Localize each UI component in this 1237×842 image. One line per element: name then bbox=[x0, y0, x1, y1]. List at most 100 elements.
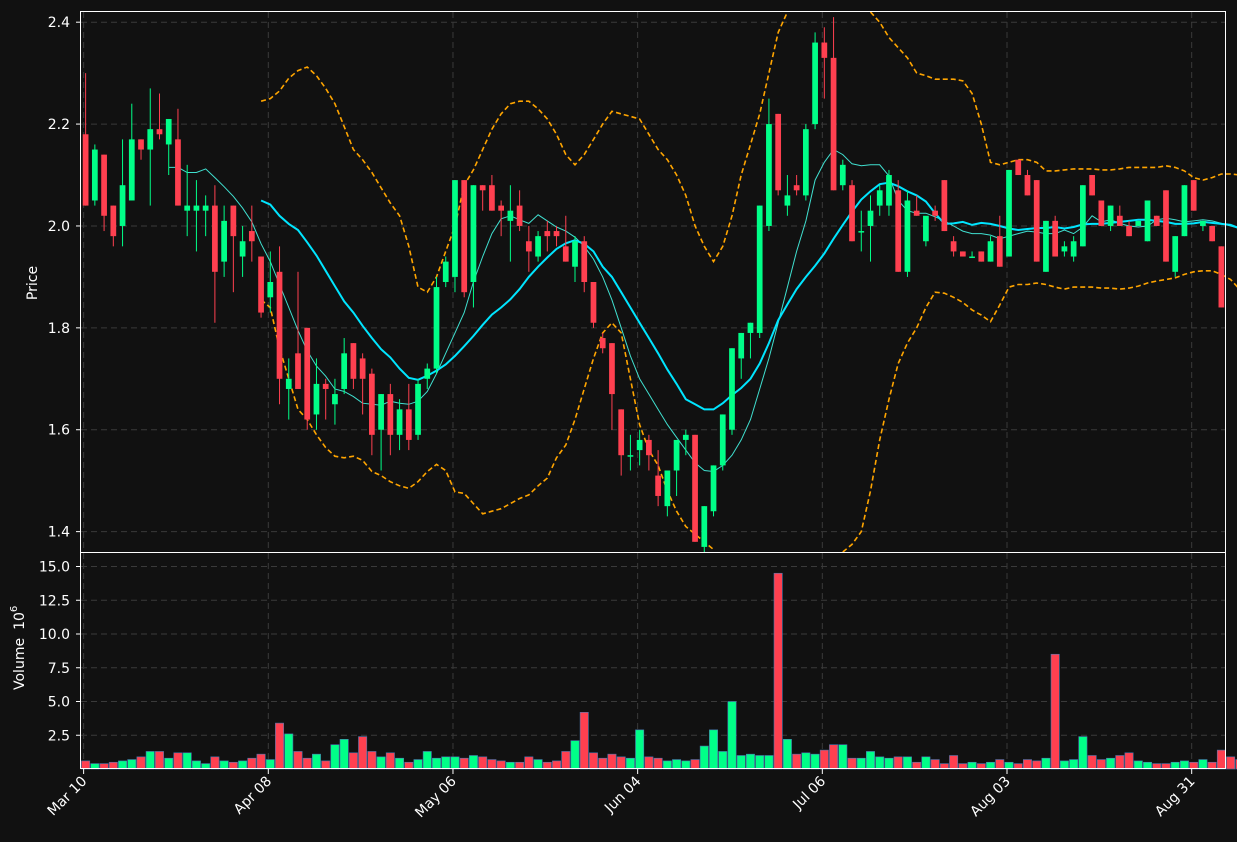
volume-bar bbox=[893, 756, 903, 770]
candle-body bbox=[525, 241, 532, 252]
volume-bar bbox=[801, 752, 811, 770]
candle-body bbox=[738, 332, 745, 359]
volume-bar bbox=[228, 761, 238, 770]
candle-body bbox=[258, 256, 264, 313]
volume-bar bbox=[912, 761, 922, 770]
volume-bar bbox=[293, 751, 303, 770]
volume-bar bbox=[478, 756, 488, 770]
candle-body bbox=[1015, 159, 1022, 176]
volume-bar bbox=[782, 738, 792, 770]
volume-bar bbox=[1124, 752, 1134, 770]
candle-body bbox=[692, 434, 698, 542]
candle-body bbox=[248, 231, 255, 242]
candle-body bbox=[941, 180, 948, 232]
volume-bar bbox=[1069, 759, 1079, 770]
volume-bar bbox=[145, 751, 155, 770]
volume-bar bbox=[450, 756, 460, 770]
candle bbox=[904, 190, 911, 277]
candle-body bbox=[636, 439, 643, 451]
volume-bar bbox=[995, 759, 1005, 770]
volume-bar bbox=[1115, 755, 1125, 770]
candle-body bbox=[1163, 190, 1169, 262]
candle-body bbox=[156, 129, 163, 135]
volume-bar bbox=[672, 759, 682, 770]
candle-body bbox=[618, 409, 625, 456]
volume-bar bbox=[746, 753, 755, 770]
price-axis-label: Price bbox=[25, 266, 41, 300]
candle-body bbox=[424, 368, 431, 379]
candle bbox=[978, 251, 985, 262]
volume-bar bbox=[1179, 760, 1189, 770]
volume-bar bbox=[413, 759, 423, 770]
candle bbox=[812, 32, 818, 130]
volume-tick-label: 10.0 bbox=[39, 627, 70, 643]
volume-bar bbox=[810, 753, 820, 770]
candle-body bbox=[175, 139, 181, 206]
candlestick-chart: 1.4 1.6 1.8 2.0 2.2 2.4 2.5 5.0 7.5 10.0 12.5 15.0… bbox=[0, 0, 1237, 842]
candle bbox=[895, 180, 902, 272]
candle-body bbox=[756, 205, 763, 333]
volume-bar bbox=[1041, 757, 1051, 770]
candle-body bbox=[1172, 236, 1179, 272]
candle bbox=[1172, 236, 1179, 277]
candle-body bbox=[516, 205, 523, 226]
volume-bar bbox=[173, 752, 183, 770]
volume-bar bbox=[625, 757, 635, 770]
volume-bar bbox=[1050, 653, 1060, 770]
candle bbox=[1218, 246, 1225, 308]
candle bbox=[1089, 175, 1095, 196]
candle-body bbox=[923, 215, 929, 242]
candle-body bbox=[489, 185, 495, 211]
volume-bar bbox=[764, 755, 774, 770]
candle-body bbox=[138, 139, 144, 150]
volume-bar bbox=[284, 733, 294, 770]
candle bbox=[1033, 180, 1040, 262]
candle bbox=[1098, 200, 1105, 226]
candle-body bbox=[710, 465, 717, 512]
volume-bar bbox=[256, 753, 266, 770]
candle-body bbox=[119, 185, 126, 226]
candle-body bbox=[507, 210, 514, 221]
volume-bar bbox=[589, 752, 598, 770]
candle-body bbox=[1089, 175, 1095, 196]
volume-bar bbox=[155, 751, 164, 770]
volume-bar bbox=[570, 740, 580, 770]
volume-bar bbox=[838, 744, 848, 770]
candle-body bbox=[858, 231, 865, 233]
volume-bar bbox=[644, 756, 654, 770]
candle bbox=[1153, 215, 1160, 226]
volume-bar bbox=[191, 760, 201, 770]
candle-body bbox=[1200, 220, 1206, 226]
candle bbox=[710, 465, 717, 517]
price-tick-label: 1.8 bbox=[48, 321, 70, 337]
candle-body bbox=[1033, 180, 1040, 262]
candle-body bbox=[913, 210, 920, 216]
candle-body bbox=[1181, 185, 1188, 237]
volume-bar bbox=[930, 759, 940, 770]
price-tick-label: 2.4 bbox=[48, 15, 70, 31]
candle-body bbox=[664, 470, 671, 507]
candle bbox=[1015, 159, 1022, 176]
candle-body bbox=[996, 236, 1003, 267]
volume-bar bbox=[487, 759, 497, 770]
candle-body bbox=[572, 241, 578, 267]
candle bbox=[1052, 215, 1059, 257]
volume-bar bbox=[468, 755, 478, 770]
volume-bar bbox=[1004, 761, 1014, 770]
candle-body bbox=[396, 409, 403, 435]
candle-body bbox=[655, 475, 661, 496]
volume-bar bbox=[921, 756, 931, 770]
volume-bar bbox=[459, 757, 469, 770]
candle-body bbox=[830, 57, 837, 191]
volume-axis-label-base: 10 bbox=[12, 612, 28, 630]
candle bbox=[258, 256, 264, 318]
candle-body bbox=[1052, 220, 1059, 257]
candle-body bbox=[267, 282, 274, 298]
volume-bar bbox=[847, 757, 857, 770]
candle-body bbox=[581, 241, 588, 282]
candle bbox=[849, 180, 855, 242]
volume-bar bbox=[524, 756, 534, 770]
volume-bar bbox=[681, 760, 691, 770]
candle-body bbox=[304, 327, 311, 420]
candle bbox=[91, 144, 98, 206]
